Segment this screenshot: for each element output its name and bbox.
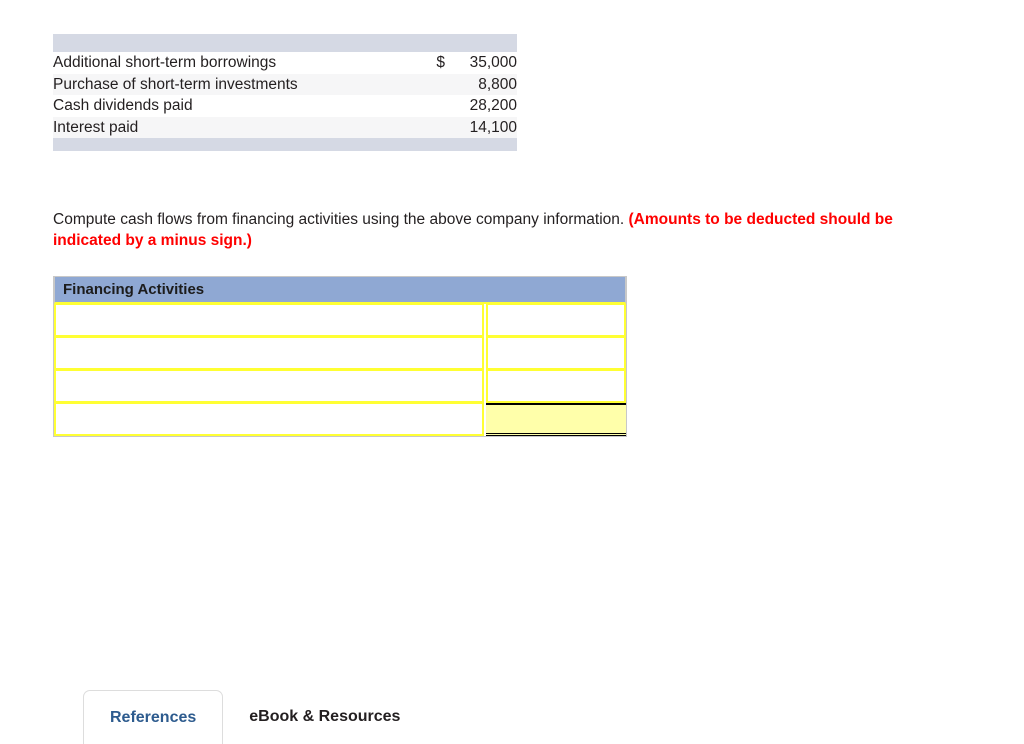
- amount-cell[interactable]: [486, 370, 626, 403]
- description-cell[interactable]: [54, 370, 484, 403]
- table-row: [54, 304, 626, 337]
- description-input[interactable]: [56, 404, 482, 434]
- financing-activities-answer-table: Financing Activities: [53, 276, 627, 437]
- table-row: Purchase of short-term investments 8,800: [53, 73, 517, 96]
- amount-input[interactable]: [488, 338, 624, 368]
- given-data-table: Additional short-term borrowings $ 35,00…: [53, 34, 517, 151]
- given-row-currency: [419, 117, 445, 139]
- tab-references[interactable]: References: [83, 690, 224, 744]
- table-row: [54, 370, 626, 403]
- given-table-bottom-bar: [53, 138, 517, 151]
- table-row: Interest paid 14,100: [53, 116, 517, 139]
- answer-table-header-label: Financing Activities: [63, 281, 205, 298]
- tab-ebook-resources[interactable]: eBook & Resources: [223, 690, 426, 744]
- table-row: [54, 337, 626, 370]
- description-input[interactable]: [56, 305, 482, 335]
- given-row-value: 8,800: [478, 75, 517, 93]
- given-row-value: 35,000: [469, 54, 517, 71]
- given-row-label: Purchase of short-term investments: [53, 75, 298, 93]
- given-row-value: 14,100: [469, 118, 517, 136]
- given-row-currency: $: [436, 54, 445, 71]
- tab-ebook-resources-label: eBook & Resources: [249, 708, 401, 725]
- given-data-rows: Additional short-term borrowings $ 35,00…: [53, 52, 517, 138]
- given-row-label: Additional short-term borrowings: [53, 54, 277, 71]
- instruction-plain: Compute cash flows from financing activi…: [53, 210, 629, 228]
- given-row-label: Interest paid: [53, 118, 139, 136]
- given-table-body: Additional short-term borrowings $ 35,00…: [53, 52, 517, 138]
- total-amount-cell[interactable]: [486, 403, 626, 436]
- given-row-currency: [419, 74, 445, 96]
- amount-cell[interactable]: [486, 304, 626, 337]
- description-input[interactable]: [56, 371, 482, 401]
- amount-cell[interactable]: [486, 337, 626, 370]
- bottom-tab-strip: References eBook & Resources: [83, 690, 426, 744]
- amount-input[interactable]: [488, 305, 624, 335]
- description-cell[interactable]: [54, 337, 484, 370]
- table-row-total: [54, 403, 626, 436]
- amount-input[interactable]: [488, 371, 624, 401]
- description-input[interactable]: [56, 338, 482, 368]
- given-row-label: Cash dividends paid: [53, 97, 193, 114]
- total-amount-input[interactable]: [486, 405, 626, 433]
- given-row-currency: [419, 95, 445, 117]
- tab-references-label: References: [110, 708, 197, 726]
- given-row-value: 28,200: [469, 97, 517, 114]
- answer-table-header: Financing Activities: [54, 276, 626, 304]
- table-row: Cash dividends paid 28,200: [53, 95, 517, 117]
- table-row: Additional short-term borrowings $ 35,00…: [53, 52, 517, 74]
- given-table-top-bar: [53, 34, 517, 52]
- instruction-text: Compute cash flows from financing activi…: [53, 209, 903, 251]
- description-cell[interactable]: [54, 304, 484, 337]
- description-cell[interactable]: [54, 403, 484, 436]
